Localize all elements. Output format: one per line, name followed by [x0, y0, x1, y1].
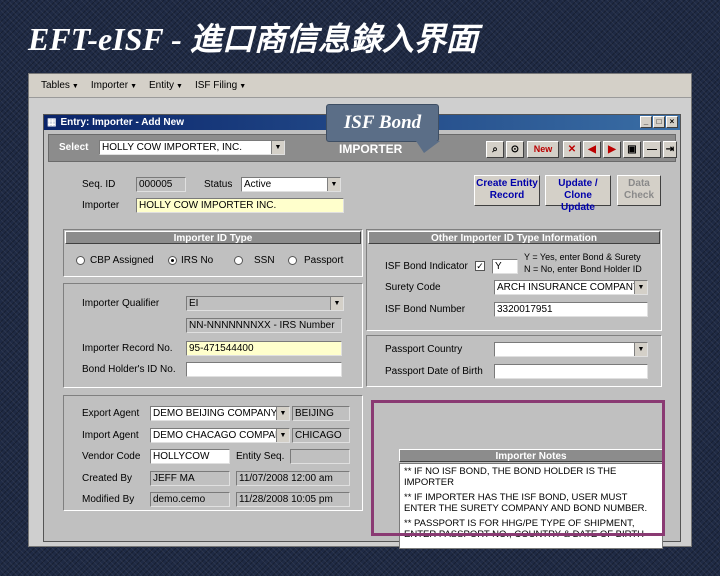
chevron-down-icon[interactable]: ▼ — [276, 429, 289, 442]
radio-irs-no[interactable] — [168, 256, 177, 265]
modified-by-label: Modified By — [82, 494, 135, 505]
exit-icon[interactable]: ⇥ — [663, 141, 677, 158]
save-icon[interactable]: ▣ — [623, 141, 641, 158]
surety-code-select[interactable]: ARCH INSURANCE COMPANY ▼ — [494, 280, 648, 295]
data-check-button[interactable]: Data Check — [617, 175, 661, 206]
radio-label: IRS No — [181, 255, 214, 266]
minus-icon[interactable]: — — [643, 141, 661, 158]
bond-holder-field[interactable] — [186, 362, 342, 377]
vendor-code-field[interactable]: HOLLYCOW — [150, 449, 230, 464]
importer-id-type-section: Importer ID Type CBP Assigned IRS No SSN… — [63, 229, 363, 277]
export-agent-select[interactable]: DEMO BEIJING COMPANY ▼ — [150, 406, 290, 421]
chevron-down-icon[interactable]: ▼ — [634, 281, 647, 294]
menu-importer[interactable]: Importer ▼ — [85, 80, 143, 91]
seq-id-label: Seq. ID — [82, 179, 116, 190]
bond-number-field[interactable]: 3320017951 — [494, 302, 648, 317]
radio-cbp-assigned[interactable] — [76, 256, 85, 265]
select-label: Select — [59, 142, 89, 153]
passport-country-label: Passport Country — [385, 344, 463, 355]
entity-seq-label: Entity Seq. — [236, 451, 285, 462]
import-agent-select[interactable]: DEMO CHACAGO COMPANY ▼ — [150, 428, 290, 443]
form-title: Entry: Importer - Add New — [60, 117, 184, 128]
status-select[interactable]: Active ▼ — [241, 177, 341, 192]
modified-by-field: demo.cemo — [150, 492, 230, 507]
radio-label: SSN — [254, 255, 275, 266]
seq-id-field: 000005 — [136, 177, 186, 192]
qualifier-select[interactable]: EI ▼ — [186, 296, 344, 311]
menu-entity[interactable]: Entity ▼ — [143, 80, 189, 91]
created-time-field: 11/07/2008 12:00 am — [236, 471, 350, 486]
update-clone-button[interactable]: Update / Clone Update — [545, 175, 611, 213]
radio-passport[interactable] — [288, 256, 297, 265]
export-agent-city: BEIJING — [292, 406, 350, 421]
agents-section: Export Agent DEMO BEIJING COMPANY ▼ BEIJI… — [63, 395, 363, 511]
passport-section: Passport Country ▼ Passport Date of Birt… — [366, 335, 662, 387]
menu-tables[interactable]: Tables ▼ — [35, 80, 85, 91]
form-heading: IMPORTER — [339, 142, 403, 156]
importer-id-fields-section: Importer Qualifier EI ▼ NN-NNNNNNNXX - IR… — [63, 283, 363, 388]
import-agent-label: Import Agent — [82, 430, 139, 441]
next-icon[interactable]: ▶ — [603, 141, 621, 158]
notes-highlight-frame — [371, 400, 665, 536]
modified-time-field: 11/28/2008 10:05 pm — [236, 492, 350, 507]
id-format-hint: NN-NNNNNNNXX - IRS Number — [186, 318, 342, 333]
chevron-down-icon[interactable]: ▼ — [330, 297, 343, 310]
bond-indicator-checkbox[interactable]: ✓ — [475, 261, 485, 271]
passport-dob-label: Passport Date of Birth — [385, 366, 483, 377]
bond-hint-yes: Y = Yes, enter Bond & Surety — [524, 252, 641, 262]
delete-icon[interactable]: ✕ — [563, 141, 581, 158]
bond-number-label: ISF Bond Number — [385, 304, 466, 315]
export-agent-label: Export Agent — [82, 408, 140, 419]
created-by-label: Created By — [82, 473, 133, 484]
minimize-button[interactable]: _ — [640, 116, 652, 128]
import-agent-city: CHICAGO — [292, 428, 350, 443]
surety-code-label: Surety Code — [385, 282, 441, 293]
entity-seq-field — [290, 449, 350, 464]
bond-hint-no: N = No, enter Bond Holder ID — [524, 264, 642, 274]
passport-dob-field[interactable] — [494, 364, 648, 379]
qualifier-label: Importer Qualifier — [82, 298, 160, 309]
passport-country-select[interactable]: ▼ — [494, 342, 648, 357]
new-button[interactable]: New — [527, 141, 559, 158]
create-entity-record-button[interactable]: Create Entity Record — [474, 175, 540, 206]
chevron-down-icon[interactable]: ▼ — [327, 178, 340, 191]
importer-label: Importer — [82, 200, 120, 211]
radio-label: Passport — [304, 255, 344, 266]
vendor-code-label: Vendor Code — [82, 451, 141, 462]
find-icon[interactable]: ⊙ — [506, 141, 524, 158]
bond-indicator-select[interactable]: Y — [492, 259, 518, 274]
record-no-field[interactable]: 95-471544400 — [186, 341, 342, 356]
previous-icon[interactable]: ◀ — [583, 141, 601, 158]
slide-title: EFT-eISF - 進口商信息錄入界面 — [28, 21, 478, 57]
callout-tail — [416, 141, 440, 153]
bond-holder-label: Bond Holder's ID No. — [82, 364, 176, 375]
menu-isf-filing[interactable]: ISF Filing ▼ — [189, 80, 252, 91]
close-button[interactable]: × — [666, 116, 678, 128]
bond-indicator-label: ISF Bond Indicator — [385, 261, 468, 272]
importer-name-field[interactable]: HOLLY COW IMPORTER INC. — [136, 198, 344, 213]
importer-select[interactable]: HOLLY COW IMPORTER, INC. ▼ — [99, 140, 285, 155]
importer-id-type-heading: Importer ID Type — [65, 231, 361, 244]
status-label: Status — [204, 179, 233, 190]
chevron-down-icon[interactable]: ▼ — [276, 407, 289, 420]
binoculars-icon[interactable]: ⌕ — [486, 141, 504, 158]
chevron-down-icon[interactable]: ▼ — [271, 141, 284, 154]
other-id-type-section: Other Importer ID Type Information ISF B… — [366, 229, 662, 331]
chevron-down-icon[interactable]: ▼ — [634, 343, 647, 356]
isf-bond-callout: ISF Bond — [326, 104, 439, 142]
maximize-button[interactable]: □ — [653, 116, 665, 128]
menu-bar: Tables ▼ Importer ▼ Entity ▼ ISF Filing ▼ — [29, 74, 691, 98]
radio-ssn[interactable] — [234, 256, 243, 265]
other-id-type-heading: Other Importer ID Type Information — [368, 231, 660, 244]
created-by-field: JEFF MA — [150, 471, 230, 486]
radio-label: CBP Assigned — [90, 255, 154, 266]
record-no-label: Importer Record No. — [82, 343, 173, 354]
form-icon: ▦ — [47, 117, 57, 128]
